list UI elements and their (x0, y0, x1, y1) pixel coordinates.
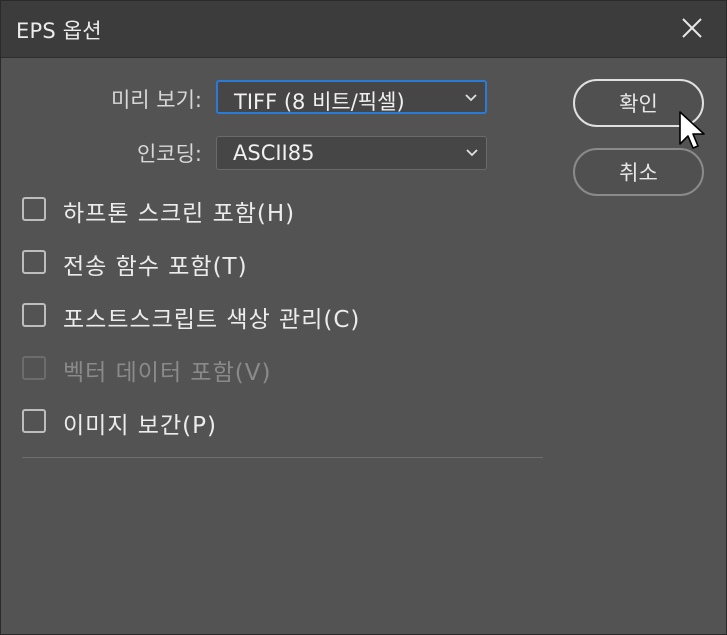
encoding-value: ASCII85 (233, 141, 315, 165)
vector-data-checkbox (22, 356, 46, 380)
halftone-label: 하프톤 스크린 포함(H) (63, 201, 296, 227)
postscript-color-checkbox[interactable] (22, 303, 46, 327)
preview-value: TIFF (8 비트/픽셀) (234, 90, 405, 114)
preview-select[interactable]: TIFF (8 비트/픽셀) (216, 80, 487, 114)
image-interpolation-label: 이미지 보간(P) (63, 413, 217, 439)
window-title: EPS 옵션 (16, 19, 102, 43)
encoding-select[interactable]: ASCII85 (216, 136, 487, 170)
vector-data-label: 벡터 데이터 포함(V) (63, 360, 272, 386)
halftone-checkbox[interactable] (22, 197, 46, 221)
title-bar: EPS 옵션 (0, 0, 727, 58)
close-icon[interactable] (678, 14, 706, 42)
divider (22, 457, 543, 458)
transfer-function-label: 전송 함수 포함(T) (63, 254, 248, 280)
postscript-color-label: 포스트스크립트 색상 관리(C) (63, 307, 361, 333)
mouse-pointer-icon (679, 111, 705, 149)
chevron-down-icon (465, 94, 477, 102)
transfer-function-checkbox[interactable] (22, 250, 46, 274)
encoding-label: 인코딩: (136, 142, 202, 166)
image-interpolation-checkbox[interactable] (22, 409, 46, 433)
chevron-down-icon (466, 149, 478, 157)
preview-label: 미리 보기: (110, 88, 202, 112)
cancel-button[interactable]: 취소 (573, 148, 704, 196)
